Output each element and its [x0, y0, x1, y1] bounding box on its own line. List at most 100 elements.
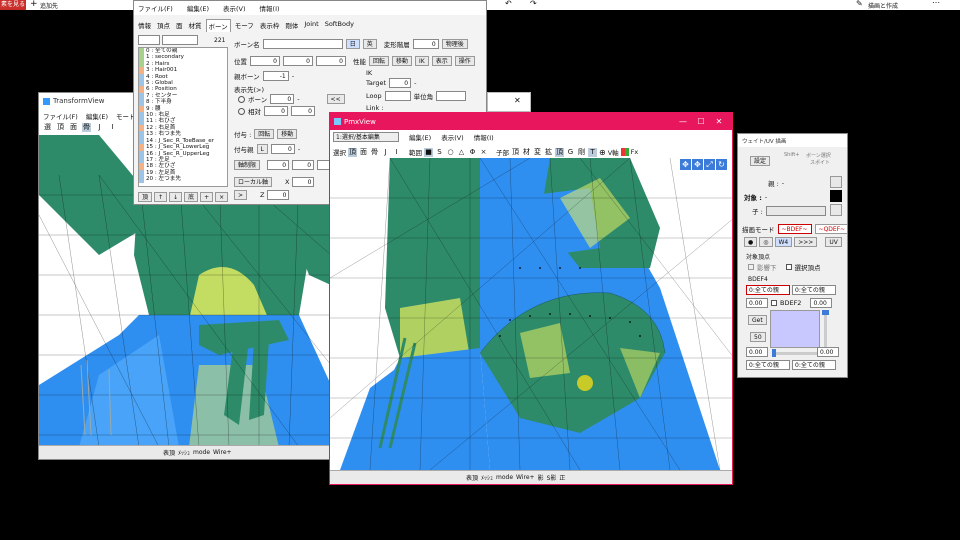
- parent-input[interactable]: -1: [262, 71, 289, 81]
- status-wire[interactable]: Wire+: [516, 474, 535, 481]
- tool-r-g[interactable]: G: [566, 148, 575, 157]
- perf-rotate-button[interactable]: 回転: [369, 56, 390, 66]
- position-x-input[interactable]: 0: [250, 56, 280, 66]
- tab-face[interactable]: 面: [174, 19, 185, 32]
- hide-checkbox[interactable]: [748, 264, 754, 270]
- tool-range[interactable]: 範囲: [409, 147, 422, 157]
- tool-bone[interactable]: 骨: [370, 148, 379, 157]
- menu-edit[interactable]: 編集(E): [86, 111, 108, 121]
- select-checkbox[interactable]: [785, 264, 792, 270]
- mode-select[interactable]: 1:選択/基本編集: [333, 132, 399, 142]
- tab-rigid-body[interactable]: 剛体: [283, 19, 300, 32]
- qdef-button[interactable]: ~QDEF~: [814, 224, 847, 234]
- range-phi-icon[interactable]: Φ: [468, 148, 477, 157]
- add-icon[interactable]: +: [30, 0, 38, 9]
- ik-unit-input[interactable]: [436, 91, 467, 101]
- globe-icon[interactable]: ⊕: [599, 148, 606, 157]
- bone-name-en-button[interactable]: 英: [362, 39, 377, 49]
- tool-child[interactable]: 子部: [496, 147, 509, 157]
- tab-bone[interactable]: ボーン: [205, 19, 231, 32]
- bone-list-item[interactable]: 20 : 左つま先: [139, 176, 227, 183]
- display-bone-input[interactable]: 0: [270, 94, 295, 104]
- target-swatch[interactable]: [830, 190, 842, 202]
- collapse-button[interactable]: <<: [326, 94, 345, 104]
- tab-info[interactable]: 情報: [136, 19, 153, 32]
- bone-search-input[interactable]: [162, 35, 198, 45]
- weight-input-3[interactable]: 0.00: [746, 347, 768, 357]
- perf-operate-button[interactable]: 操作: [454, 56, 475, 66]
- local-axis-button[interactable]: ローカル軸: [234, 177, 273, 187]
- add-label[interactable]: 追加先: [40, 1, 58, 10]
- maximize-icon[interactable]: ☐: [692, 117, 710, 126]
- tab-morph[interactable]: モーフ: [233, 19, 256, 32]
- perf-move-button[interactable]: 移動: [392, 56, 413, 66]
- local-axis-arrow-button[interactable]: >: [234, 190, 248, 200]
- status-ortho[interactable]: 正: [559, 473, 565, 482]
- status-mode[interactable]: mode: [496, 474, 513, 481]
- tool-joint[interactable]: J: [95, 123, 104, 132]
- zoom-view-icon[interactable]: ⤢: [704, 159, 715, 170]
- w4-button[interactable]: W4: [774, 237, 793, 247]
- weight-input-4[interactable]: 0.00: [817, 347, 839, 357]
- tool-fx[interactable]: Fx: [631, 148, 639, 156]
- menu-file[interactable]: ファイル(F): [43, 111, 78, 121]
- brush-solid-icon[interactable]: ●: [744, 237, 758, 247]
- bdef-button[interactable]: ~BDEF~: [777, 224, 812, 234]
- top-left-badge[interactable]: 素を見る: [0, 0, 26, 10]
- ik-target-input[interactable]: 0: [389, 78, 412, 88]
- pan-view-icon[interactable]: ✥: [692, 159, 703, 170]
- list-delete-button[interactable]: ×: [215, 192, 229, 202]
- status-self-shadow[interactable]: S影: [547, 473, 557, 482]
- weight-swatch[interactable]: [770, 310, 820, 348]
- child-swatch[interactable]: [830, 204, 842, 216]
- weight-slider-right-thumb[interactable]: [822, 310, 829, 315]
- move-view-icon[interactable]: ✥: [680, 159, 691, 170]
- tool-select[interactable]: 選: [43, 123, 52, 132]
- edit-icon[interactable]: ✎: [856, 0, 863, 8]
- perf-display-button[interactable]: 表示: [431, 56, 452, 66]
- status-vertex[interactable]: 表頂: [163, 448, 175, 457]
- child-select[interactable]: [765, 206, 826, 216]
- tool-bone[interactable]: 骨: [82, 123, 91, 132]
- tab-softbody[interactable]: SoftBody: [323, 19, 356, 32]
- main-menu-info[interactable]: 情報(I): [260, 3, 280, 13]
- range-s-icon[interactable]: S: [435, 148, 444, 157]
- list-up-button[interactable]: ↑: [154, 192, 168, 202]
- local-z-input[interactable]: 0: [267, 190, 290, 200]
- main-menu-edit[interactable]: 編集(E): [187, 3, 209, 13]
- list-top-button[interactable]: 頂: [138, 192, 153, 202]
- more-icon[interactable]: ⋯: [932, 0, 940, 7]
- pmx-viewport[interactable]: [330, 158, 733, 470]
- pmx-menu-view[interactable]: 表示(V): [441, 132, 464, 142]
- tool-face[interactable]: 面: [69, 123, 78, 132]
- rotate-view-icon[interactable]: ↻: [716, 159, 727, 170]
- bone-name-jp-button[interactable]: 日: [345, 39, 360, 49]
- range-x-icon[interactable]: ×: [479, 148, 488, 157]
- tool-r-rigid[interactable]: 剛: [577, 148, 586, 157]
- undo-icon[interactable]: ↶: [505, 0, 512, 8]
- display-relative-y[interactable]: 0: [291, 106, 315, 116]
- tab-material[interactable]: 材質: [187, 19, 204, 32]
- tool-joint[interactable]: J: [381, 148, 390, 157]
- list-add-button[interactable]: +: [200, 192, 214, 202]
- range-triangle-icon[interactable]: △: [457, 148, 466, 157]
- bone-select-3[interactable]: 0:全ての親: [746, 360, 790, 370]
- range-circle-icon[interactable]: ○: [446, 148, 455, 157]
- tool-r-vertex2[interactable]: 頂: [555, 147, 564, 157]
- redo-icon[interactable]: ↷: [530, 0, 537, 8]
- ik-loop-input[interactable]: [384, 91, 411, 101]
- status-wire[interactable]: Wire+: [213, 449, 232, 456]
- status-mesh[interactable]: ﾒｯｼｭ: [178, 448, 190, 457]
- list-down-button[interactable]: ↓: [169, 192, 183, 202]
- bone-filter-input[interactable]: [138, 35, 160, 45]
- axis-fix-button[interactable]: 軸制限: [234, 160, 261, 170]
- display-relative-x[interactable]: 0: [264, 106, 288, 116]
- bdef2-checkbox[interactable]: [771, 300, 777, 306]
- tab-joint[interactable]: Joint: [302, 19, 320, 32]
- pmx-menu-info[interactable]: 情報(I): [474, 132, 494, 142]
- setting-button[interactable]: 設定: [750, 156, 771, 166]
- tool-select[interactable]: 選択: [333, 147, 346, 157]
- right-label[interactable]: 描画と作成: [868, 1, 898, 10]
- physics-after-button[interactable]: 物理後: [441, 39, 468, 49]
- axis-x-input[interactable]: 0: [267, 160, 290, 170]
